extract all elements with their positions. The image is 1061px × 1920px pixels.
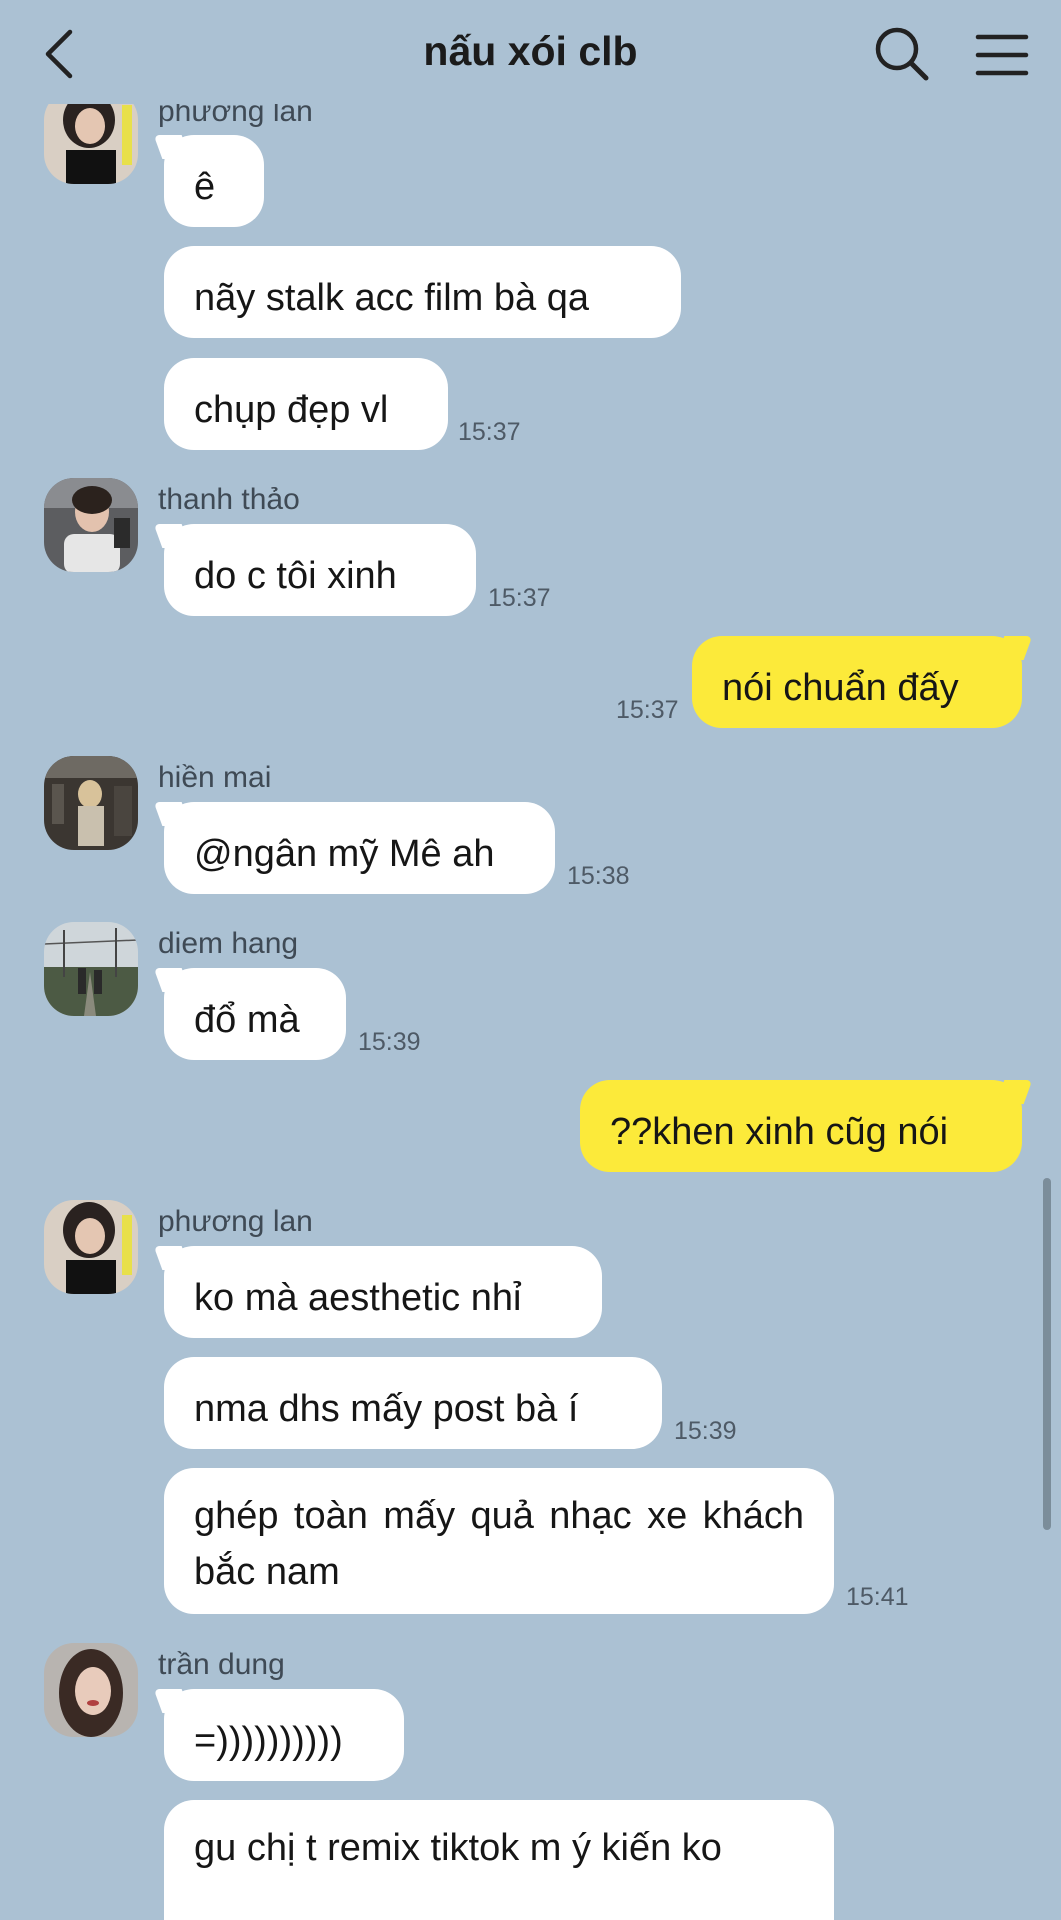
message-bubble[interactable]: =))))))))))	[164, 1689, 404, 1781]
message-time: 15:38	[567, 862, 630, 890]
message-bubble[interactable]: ê	[164, 135, 264, 227]
message-bubble[interactable]: chụp đẹp vl	[164, 358, 448, 450]
message-bubble[interactable]: ko mà aesthetic nhỉ	[164, 1246, 602, 1338]
avatar-thanh-thao[interactable]	[44, 478, 138, 572]
message-time: 15:39	[674, 1417, 737, 1445]
message-bubble[interactable]: gu chị t remix tiktok m ý kiến ko	[164, 1800, 834, 1920]
message-bubble[interactable]: ghép toàn mấy quả nhạc xe khách bắc nam	[164, 1468, 834, 1614]
message-bubble[interactable]: do c tôi xinh	[164, 524, 476, 616]
message-bubble[interactable]: nãy stalk acc film bà qa	[164, 246, 681, 338]
scrollbar[interactable]	[1043, 1178, 1051, 1530]
message-bubble[interactable]: đổ mà	[164, 968, 346, 1060]
message-bubble[interactable]: @ngân mỹ Mê ah	[164, 802, 555, 894]
hamburger-menu-icon[interactable]	[972, 30, 1032, 80]
sender-name: trần dung	[158, 1648, 285, 1681]
chat-header: nấu xói clb	[0, 0, 1061, 104]
avatar-tran-dung[interactable]	[44, 1643, 138, 1737]
search-icon[interactable]	[872, 24, 932, 84]
chat-area[interactable]: phương lan ê nãy stalk acc film bà qa ch…	[0, 0, 1061, 1920]
sender-name: diem hang	[158, 927, 299, 960]
my-message-bubble[interactable]: nói chuẩn đấy	[692, 636, 1022, 728]
my-message-bubble[interactable]: ??khen xinh cũg nói	[580, 1080, 1022, 1172]
sender-name: thanh thảo	[158, 483, 300, 516]
message-time: 15:39	[358, 1028, 421, 1056]
avatar-hien-mai[interactable]	[44, 756, 138, 850]
avatar-phuong-lan[interactable]	[44, 1200, 138, 1294]
message-time: 15:37	[616, 696, 679, 724]
sender-name: hiền mai	[158, 761, 272, 794]
message-time: 15:37	[458, 418, 521, 446]
avatar-phuong-lan[interactable]	[44, 90, 138, 184]
avatar-diem-hang[interactable]	[44, 922, 138, 1016]
message-time: 15:41	[846, 1583, 909, 1611]
message-time: 15:37	[488, 584, 551, 612]
sender-name: phương lan	[158, 1205, 313, 1238]
message-bubble[interactable]: nma dhs mấy post bà í	[164, 1357, 662, 1449]
